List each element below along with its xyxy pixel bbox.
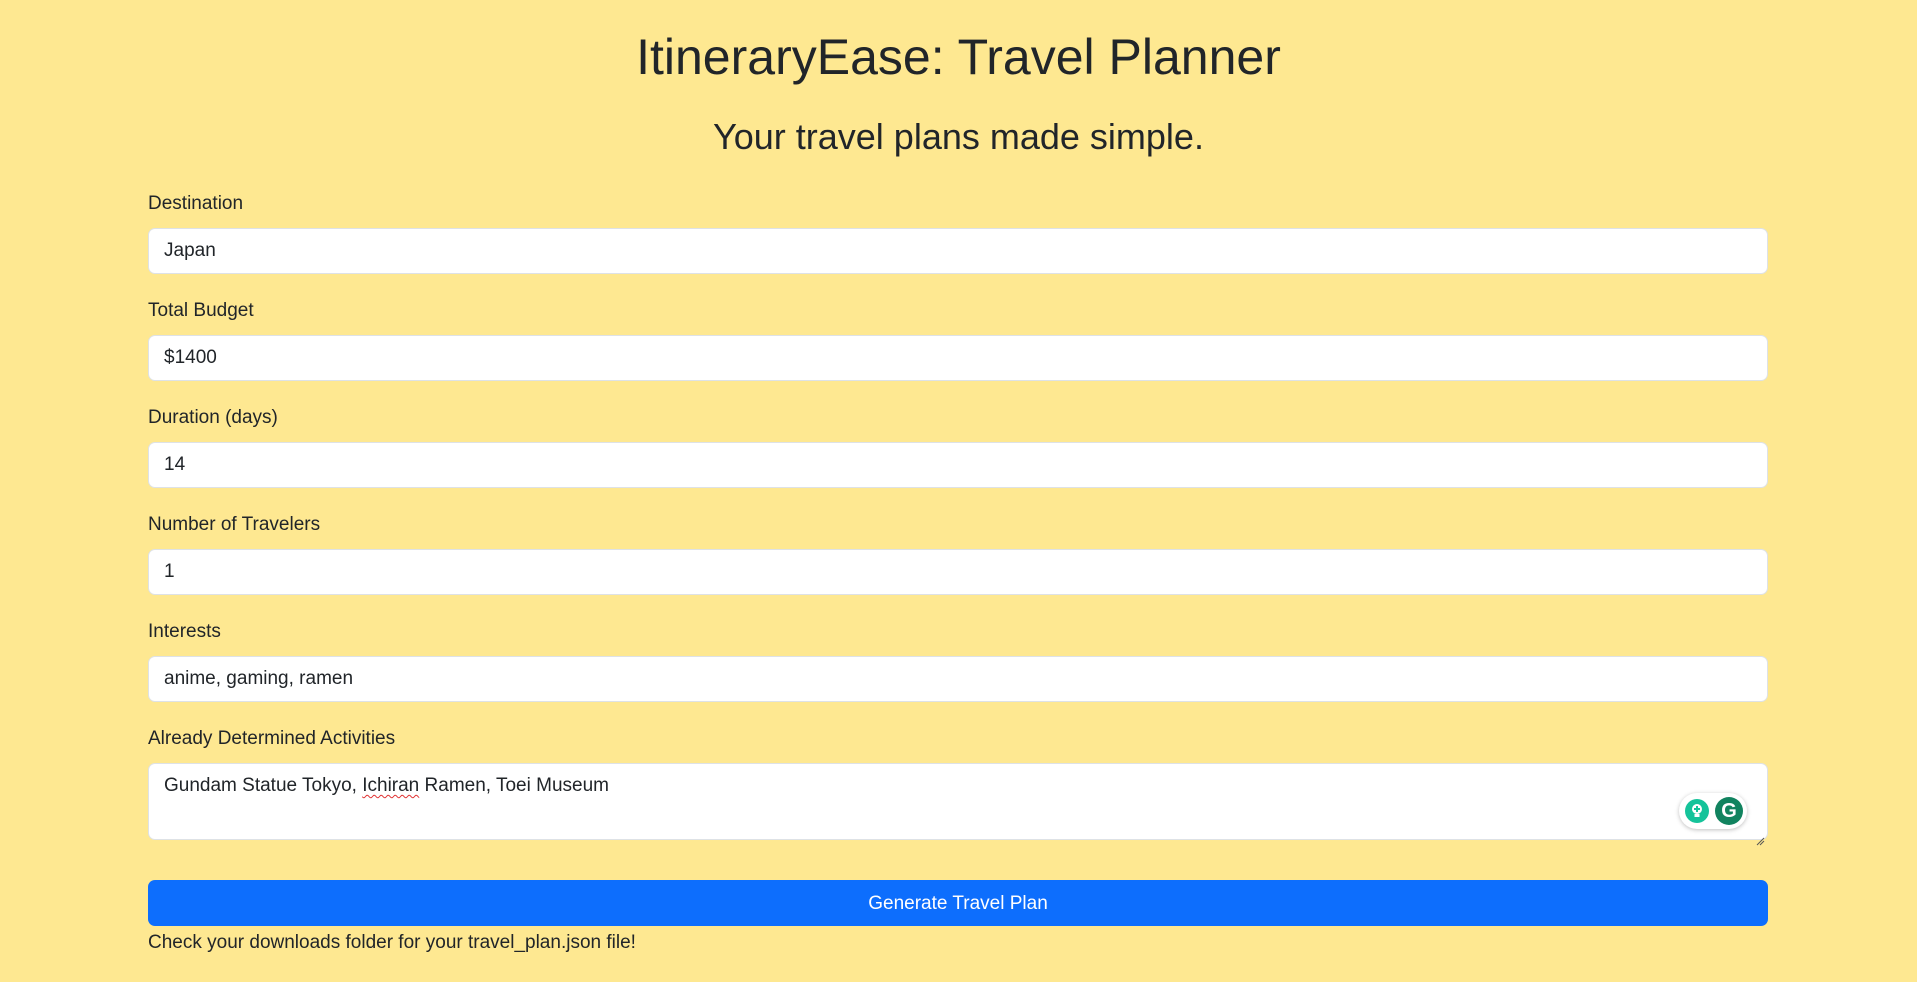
interests-label: Interests — [148, 621, 221, 642]
page-title: ItineraryEase: Travel Planner — [636, 29, 1281, 85]
travelers-input[interactable]: 1 — [148, 549, 1768, 595]
activities-text-start: Gundam Statue Tokyo, — [164, 775, 363, 796]
grammarly-widget[interactable]: G — [1679, 793, 1747, 829]
resize-handle-icon[interactable] — [1755, 827, 1765, 846]
destination-label: Destination — [148, 193, 244, 214]
travel-planner-page: ItineraryEase: Travel Planner Your trave… — [0, 0, 1917, 982]
activities-textarea[interactable]: Gundam Statue Tokyo, Ichiran Ramen, Toei… — [148, 763, 1768, 846]
page-subtitle: Your travel plans made simple. — [713, 116, 1204, 157]
activities-text-end: Ramen, Toei Museum — [419, 775, 609, 796]
budget-input[interactable]: $1400 — [148, 335, 1768, 381]
grammarly-g-icon[interactable]: G — [1715, 797, 1743, 825]
travelers-label: Number of Travelers — [148, 514, 321, 535]
duration-input[interactable]: 14 — [148, 442, 1768, 488]
download-status-message: Check your downloads folder for your tra… — [148, 932, 636, 953]
destination-input[interactable]: Japan — [148, 228, 1768, 274]
duration-label: Duration (days) — [148, 407, 278, 428]
activities-label: Already Determined Activities — [148, 728, 396, 749]
interests-input[interactable]: anime, gaming, ramen — [148, 656, 1768, 702]
lightbulb-icon[interactable] — [1685, 799, 1709, 823]
generate-travel-plan-button[interactable]: Generate Travel Plan — [148, 880, 1768, 926]
budget-label: Total Budget — [148, 300, 254, 321]
misspelled-word[interactable]: Ichiran — [362, 775, 419, 796]
